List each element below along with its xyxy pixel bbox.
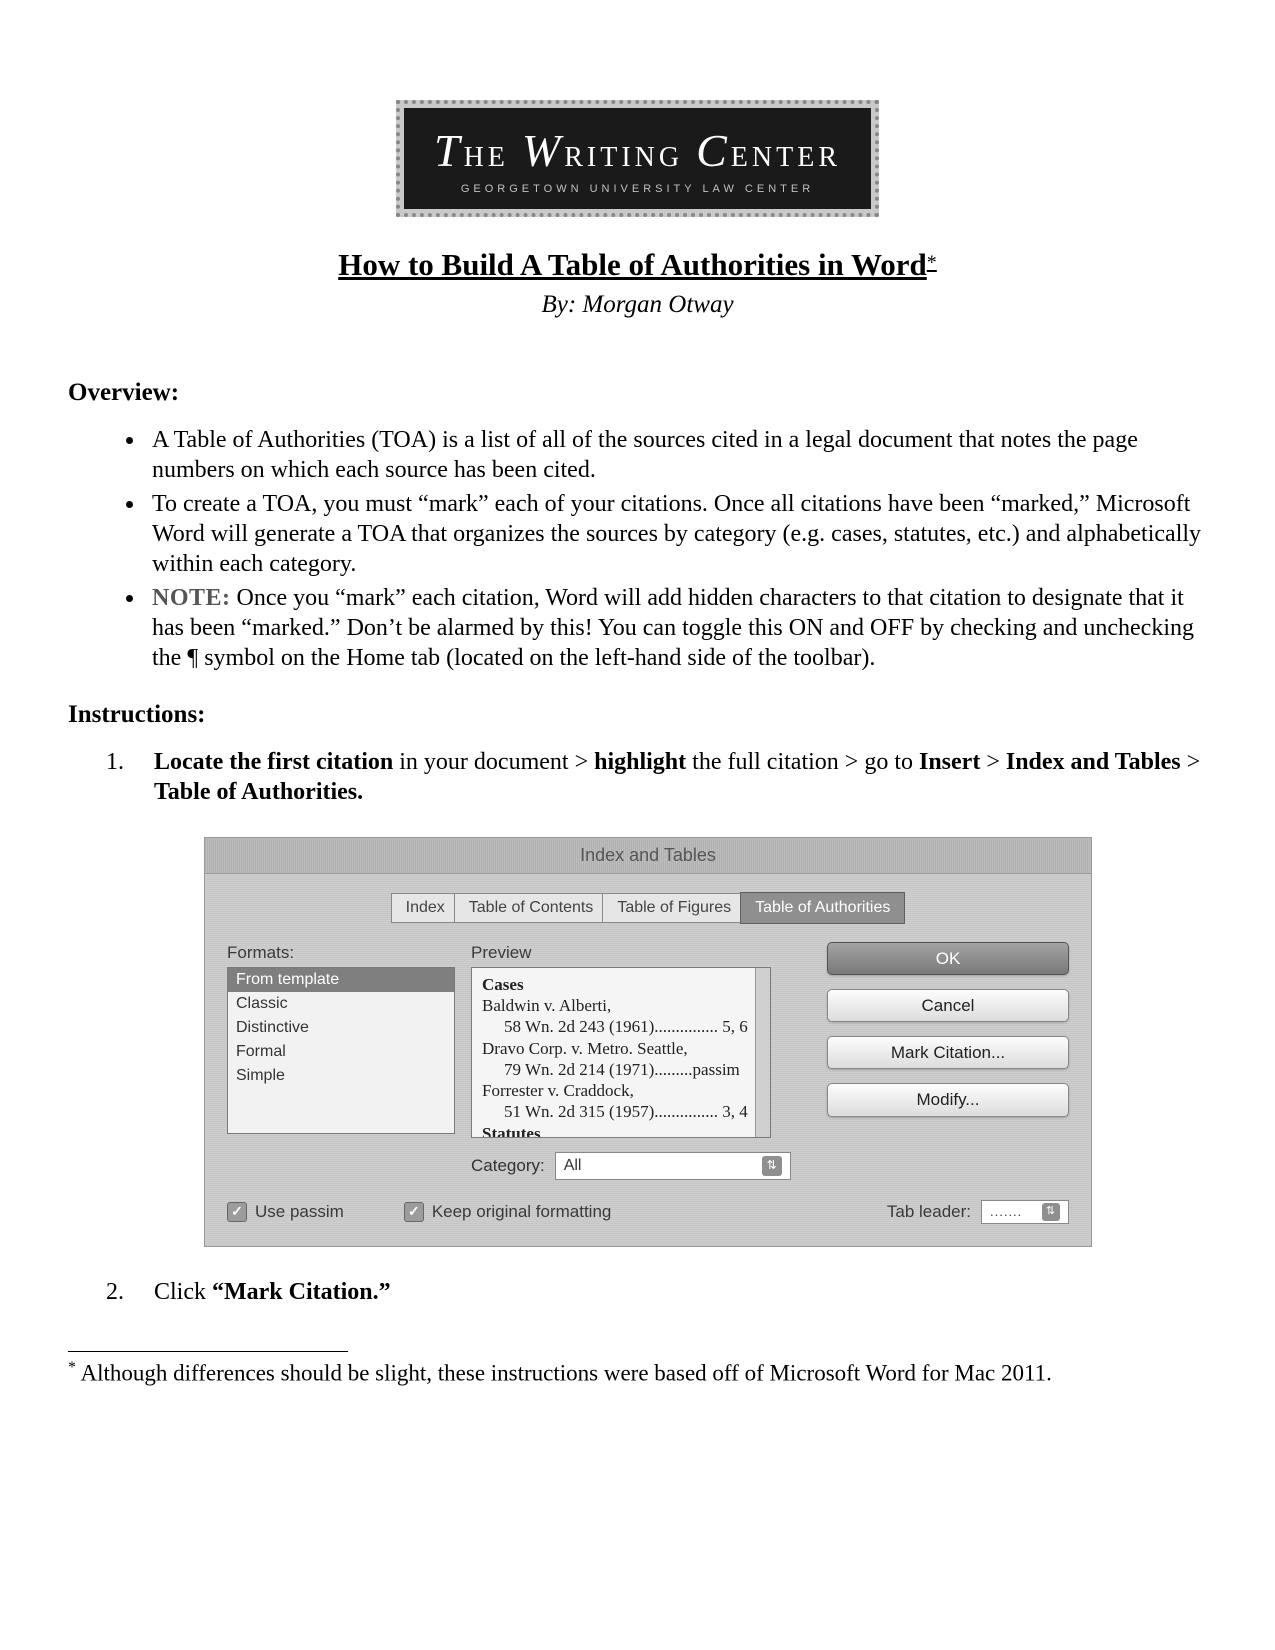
chevron-updown-icon: ⇅ <box>1042 1203 1060 1221</box>
overview-list: A Table of Authorities (TOA) is a list o… <box>68 425 1207 673</box>
formats-column: Formats: From template Classic Distincti… <box>227 942 455 1134</box>
footnote-mark: * <box>68 1359 76 1376</box>
buttons-column: OK Cancel Mark Citation... Modify... <box>787 942 1069 1131</box>
dialog-footer: ✓ Use passim ✓ Keep original formatting … <box>227 1200 1069 1224</box>
overview-text: To create a TOA, you must “mark” each of… <box>152 491 1201 577</box>
step1-bold2: highlight <box>594 749 686 775</box>
step-1: Locate the first citation in your docume… <box>130 747 1207 1247</box>
format-option-formal[interactable]: Formal <box>228 1040 454 1064</box>
preview-line: 51 Wn. 2d 315 (1957)............... 3, 4 <box>482 1101 760 1122</box>
step1-text: in your document > <box>393 749 594 775</box>
step2-text: Click <box>154 1279 212 1305</box>
step2-bold: “Mark Citation.” <box>212 1279 391 1305</box>
formats-label: Formats: <box>227 942 455 963</box>
logo-t: T <box>434 125 464 176</box>
checkbox-checked-icon: ✓ <box>404 1202 424 1222</box>
page-title: How to Build A Table of Authorities in W… <box>338 247 927 282</box>
overview-text: Once you “mark” each citation, Word will… <box>152 585 1194 671</box>
logo-main-text: THE WRITING CENTER <box>434 124 841 177</box>
format-option-distinctive[interactable]: Distinctive <box>228 1016 454 1040</box>
ok-button[interactable]: OK <box>827 942 1069 975</box>
keep-formatting-label: Keep original formatting <box>432 1201 612 1222</box>
tab-table-of-contents[interactable]: Table of Contents <box>454 893 609 923</box>
step-2: Click “Mark Citation.” <box>130 1277 1207 1307</box>
preview-box: Cases Baldwin v. Alberti, 58 Wn. 2d 243 … <box>471 967 771 1138</box>
instructions-heading: Instructions: <box>68 701 1207 729</box>
use-passim-checkbox[interactable]: ✓ Use passim <box>227 1201 344 1222</box>
overview-item: NOTE: Once you “mark” each citation, Wor… <box>146 583 1207 673</box>
overview-text: A Table of Authorities (TOA) is a list o… <box>152 427 1138 483</box>
step1-bold4: Index and Tables <box>1006 749 1181 775</box>
dialog-titlebar: Index and Tables <box>204 837 1092 874</box>
footnote-text: Although differences should be slight, t… <box>76 1360 1052 1385</box>
step1-text: the full citation > go to <box>686 749 919 775</box>
tab-leader-value: ....... <box>990 1204 1022 1220</box>
preview-line: Baldwin v. Alberti, <box>482 995 760 1016</box>
preview-line: Dravo Corp. v. Metro. Seattle, <box>482 1038 760 1059</box>
tab-leader-label: Tab leader: <box>887 1201 971 1222</box>
category-value: All <box>564 1156 582 1176</box>
chevron-updown-icon: ⇅ <box>762 1156 782 1176</box>
format-option-simple[interactable]: Simple <box>228 1064 454 1088</box>
byline: By: Morgan Otway <box>68 291 1207 319</box>
category-label: Category: <box>471 1155 545 1176</box>
logo-block: THE WRITING CENTER GEORGETOWN UNIVERSITY… <box>68 100 1207 217</box>
tab-index[interactable]: Index <box>391 893 460 923</box>
preview-label: Preview <box>471 942 771 963</box>
tab-leader-select[interactable]: ....... ⇅ <box>981 1200 1069 1224</box>
logo-riting: RITING <box>564 142 683 173</box>
step1-bold3: Insert <box>919 749 980 775</box>
preview-line: 58 Wn. 2d 243 (1961)............... 5, 6 <box>482 1016 760 1037</box>
category-row: Category: All ⇅ <box>471 1152 1069 1180</box>
preview-column: Preview Cases Baldwin v. Alberti, 58 Wn.… <box>471 942 771 1138</box>
overview-item: To create a TOA, you must “mark” each of… <box>146 489 1207 579</box>
logo-enter: ENTER <box>731 142 841 173</box>
preview-heading-statutes: Statutes <box>482 1123 760 1138</box>
note-label: NOTE: <box>152 585 231 611</box>
preview-line: Forrester v. Craddock, <box>482 1080 760 1101</box>
footnote: * Although differences should be slight,… <box>68 1358 1207 1389</box>
logo-c: C <box>696 125 731 176</box>
overview-heading: Overview: <box>68 379 1207 407</box>
logo-w: W <box>522 125 564 176</box>
dialog-main-row: Formats: From template Classic Distincti… <box>227 942 1069 1138</box>
dialog-body: IndexTable of ContentsTable of FiguresTa… <box>204 874 1092 1247</box>
mark-citation-button[interactable]: Mark Citation... <box>827 1036 1069 1069</box>
use-passim-label: Use passim <box>255 1201 344 1222</box>
keep-formatting-checkbox[interactable]: ✓ Keep original formatting <box>404 1201 612 1222</box>
formats-listbox[interactable]: From template Classic Distinctive Formal… <box>227 967 455 1134</box>
footnote-divider <box>68 1351 348 1352</box>
logo-he: HE <box>464 142 509 173</box>
preview-heading-cases: Cases <box>482 974 760 995</box>
instruction-list: Locate the first citation in your docume… <box>68 747 1207 1307</box>
dialog-screenshot: Index and Tables IndexTable of ContentsT… <box>204 837 1092 1247</box>
format-option-classic[interactable]: Classic <box>228 992 454 1016</box>
preview-scrollbar[interactable] <box>755 968 770 1137</box>
format-option-from-template[interactable]: From template <box>228 968 454 992</box>
tab-table-of-authorities[interactable]: Table of Authorities <box>740 892 905 924</box>
modify-button[interactable]: Modify... <box>827 1083 1069 1116</box>
cancel-button[interactable]: Cancel <box>827 989 1069 1022</box>
step1-bold5: Table of Authorities. <box>154 779 363 805</box>
step1-bold1: Locate the first citation <box>154 749 393 775</box>
preview-line: 79 Wn. 2d 214 (1971).........passim <box>482 1059 760 1080</box>
dialog-tabstrip: IndexTable of ContentsTable of FiguresTa… <box>227 892 1069 924</box>
logo-subtitle: GEORGETOWN UNIVERSITY LAW CENTER <box>434 183 841 195</box>
tab-leader-group: Tab leader: ....... ⇅ <box>887 1200 1069 1224</box>
category-select[interactable]: All ⇅ <box>555 1152 791 1180</box>
title-wrap: How to Build A Table of Authorities in W… <box>68 247 1207 283</box>
step1-text: > <box>980 749 1006 775</box>
tab-table-of-figures[interactable]: Table of Figures <box>602 893 746 923</box>
logo-inner: THE WRITING CENTER GEORGETOWN UNIVERSITY… <box>404 108 871 209</box>
step1-text: > <box>1181 749 1201 775</box>
overview-item: A Table of Authorities (TOA) is a list o… <box>146 425 1207 485</box>
checkbox-checked-icon: ✓ <box>227 1202 247 1222</box>
logo-frame: THE WRITING CENTER GEORGETOWN UNIVERSITY… <box>396 100 879 217</box>
title-footnote-mark: * <box>927 252 937 274</box>
